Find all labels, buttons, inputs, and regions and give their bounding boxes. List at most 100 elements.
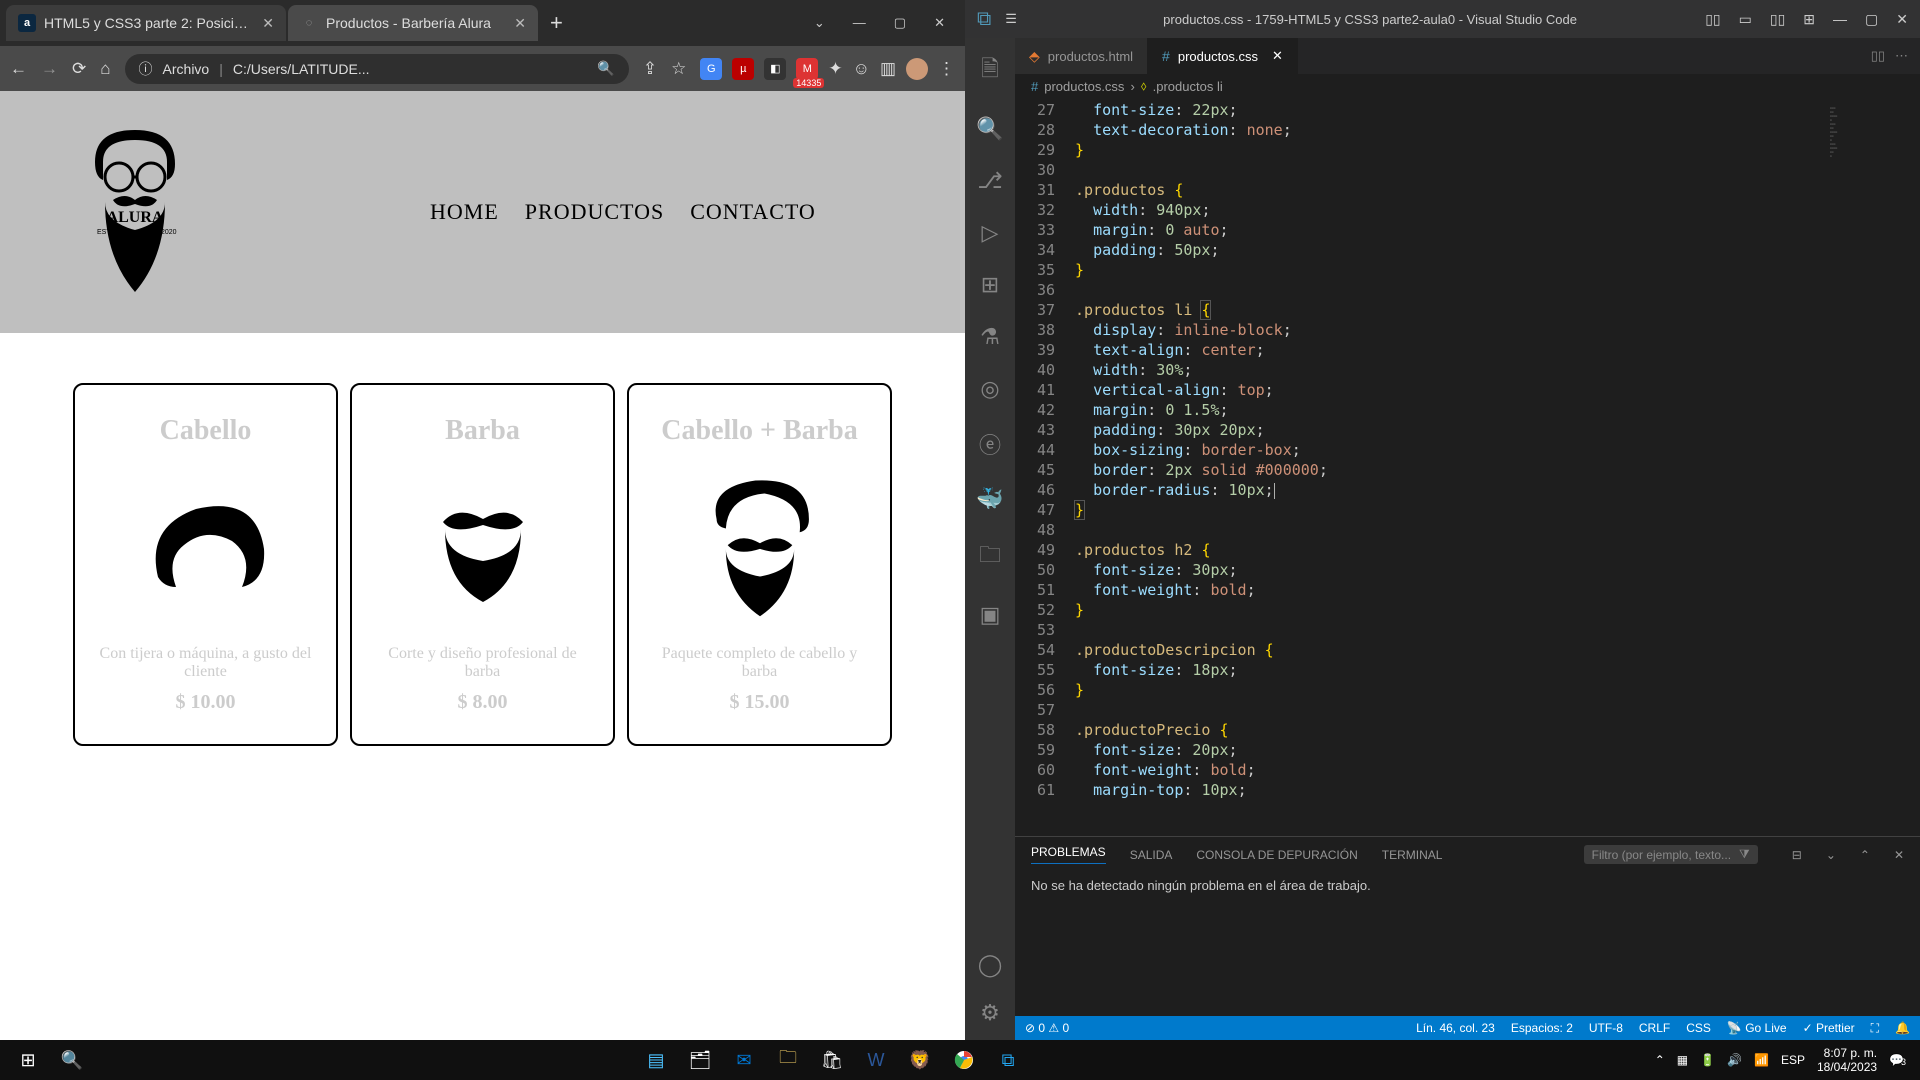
layout-icon[interactable]: ▯▯ — [1770, 11, 1785, 28]
status-errors[interactable]: ⊘ 0 ⚠ 0 — [1025, 1021, 1069, 1035]
live-icon[interactable]: ◎ — [980, 376, 999, 402]
back-icon[interactable]: ← — [10, 59, 27, 79]
layout-icon[interactable]: ⊞ — [1803, 11, 1815, 28]
taskbar-brave[interactable]: 🦁 — [898, 1040, 942, 1080]
taskbar-app[interactable]: 🗂 — [678, 1040, 722, 1080]
funnel-icon[interactable]: ⧩ — [1739, 847, 1750, 862]
breadcrumb[interactable]: # productos.css › ⬨ .productos li — [1015, 74, 1920, 98]
source-control-icon[interactable]: ⎇ — [977, 168, 1002, 194]
explorer-icon[interactable]: 🗎 — [981, 52, 999, 90]
editor-tab-css[interactable]: # productos.css ✕ — [1148, 38, 1298, 74]
close-icon[interactable]: ✕ — [1896, 11, 1908, 28]
code-editor[interactable]: 27 28 29 30 31 32 33 34 35 36 37 38 39 4… — [1015, 98, 1920, 836]
browser-tab-1[interactable]: a HTML5 y CSS3 parte 2: Posiciona ✕ — [6, 5, 286, 41]
wifi-icon[interactable]: 📶 — [1754, 1053, 1769, 1067]
panel-tab-terminal[interactable]: TERMINAL — [1382, 848, 1443, 862]
more-icon[interactable]: ⋯ — [1895, 48, 1908, 64]
taskbar-outlook[interactable]: ✉ — [722, 1040, 766, 1080]
taskbar-app[interactable]: ▤ — [634, 1040, 678, 1080]
status-eol[interactable]: CRLF — [1639, 1021, 1670, 1035]
hamburger-icon[interactable]: ☰ — [1005, 11, 1017, 27]
status-prettier[interactable]: ✓ Prettier — [1803, 1021, 1855, 1035]
battery-icon[interactable]: 🔋 — [1700, 1053, 1715, 1067]
taskbar-store[interactable]: 🛍 — [810, 1040, 854, 1080]
home-icon[interactable]: ⌂ — [100, 59, 110, 79]
search-icon[interactable]: 🔍 — [976, 116, 1003, 142]
folder-icon[interactable]: 🗀 — [979, 538, 1001, 576]
url-input[interactable]: ⓘ Archivo | C:/Users/LATITUDE... 🔍 — [125, 54, 629, 84]
extensions-icon[interactable]: ⊞ — [981, 272, 999, 298]
nav-contacto[interactable]: CONTACTO — [690, 199, 816, 225]
taskbar-clock[interactable]: 8:07 p. m. 18/04/2023 — [1817, 1046, 1877, 1074]
search-in-page-icon[interactable]: 🔍 — [597, 60, 614, 77]
close-window-icon[interactable]: ✕ — [934, 15, 945, 31]
share-icon[interactable]: ⇪ — [643, 59, 657, 79]
notifications-icon[interactable]: 💬3 — [1889, 1053, 1904, 1067]
new-tab-button[interactable]: + — [550, 10, 563, 36]
gear-icon[interactable]: ⚙ — [980, 1000, 1000, 1026]
reload-icon[interactable]: ⟳ — [72, 59, 86, 79]
start-button[interactable]: ⊞ — [6, 1040, 50, 1080]
taskbar-word[interactable]: W — [854, 1040, 898, 1080]
close-panel-icon[interactable]: ✕ — [1894, 848, 1904, 862]
status-golive[interactable]: 📡 Go Live — [1727, 1021, 1787, 1035]
panel-tab-consola[interactable]: CONSOLA DE DEPURACIÓN — [1196, 848, 1357, 862]
language-indicator[interactable]: ESP — [1781, 1053, 1805, 1067]
status-encoding[interactable]: UTF-8 — [1589, 1021, 1623, 1035]
nav-productos[interactable]: PRODUCTOS — [525, 199, 664, 225]
browser-tab-2[interactable]: ◌ Productos - Barbería Alura ✕ — [288, 5, 538, 41]
panel-tab-problemas[interactable]: PROBLEMAS — [1031, 845, 1106, 864]
tray-icon[interactable]: ▦ — [1677, 1053, 1688, 1067]
minimize-icon[interactable]: — — [1833, 11, 1847, 27]
minimap[interactable]: ▬▬▬▬▬▬▬▬▬▬▬▬▬▬▬▬▬▬▬▬▬▬▬▬▬▬▬▬▬▬▬▬ — [1824, 98, 1920, 836]
chevron-up-icon[interactable]: ⌃ — [1655, 1053, 1665, 1067]
menu-icon[interactable]: ⋮ — [938, 59, 955, 79]
ext-google-icon[interactable]: G — [700, 58, 722, 80]
bell-icon[interactable]: 🔔 — [1895, 1021, 1910, 1035]
run-debug-icon[interactable]: ▷ — [982, 220, 999, 246]
forward-icon[interactable]: → — [41, 59, 58, 79]
chevron-up-icon[interactable]: ⌃ — [1860, 848, 1870, 862]
layout-icon[interactable]: ▯▯ — [1705, 11, 1720, 28]
status-position[interactable]: Lín. 46, col. 23 — [1416, 1021, 1495, 1035]
status-spaces[interactable]: Espacios: 2 — [1511, 1021, 1573, 1035]
volume-icon[interactable]: 🔊 — [1727, 1053, 1742, 1067]
tab-label: productos.html — [1048, 49, 1133, 64]
close-icon[interactable]: ✕ — [514, 15, 526, 32]
chevron-down-icon[interactable]: ⌄ — [1826, 848, 1836, 862]
layout-icon[interactable]: ▭ — [1739, 11, 1752, 28]
avatar[interactable] — [906, 58, 928, 80]
extensions-icon[interactable]: ✦ — [828, 59, 842, 79]
taskbar-chrome[interactable] — [942, 1040, 986, 1080]
ext-icon[interactable]: ◧ — [764, 58, 786, 80]
maximize-icon[interactable]: ▢ — [1865, 11, 1878, 28]
maximize-icon[interactable]: ▢ — [894, 15, 906, 31]
feedback-icon[interactable]: ⛶ — [1871, 1021, 1879, 1036]
taskbar-explorer[interactable]: 🗀 — [766, 1040, 810, 1080]
terminal-icon[interactable]: ▣ — [980, 602, 1001, 628]
docker-icon[interactable]: 🐳 — [976, 486, 1003, 512]
account-icon[interactable]: ◯ — [978, 952, 1003, 978]
close-icon[interactable]: ✕ — [1272, 48, 1283, 64]
reading-list-icon[interactable]: ▥ — [880, 59, 896, 79]
smile-icon[interactable]: ☺ — [853, 59, 870, 79]
taskbar-vscode[interactable]: ⧉ — [986, 1040, 1030, 1080]
ext-ublock-icon[interactable]: µ — [732, 58, 754, 80]
search-icon[interactable]: 🔍 — [50, 1040, 94, 1080]
ext-badge-icon[interactable]: M14335 — [796, 58, 818, 80]
panel-tab-salida[interactable]: SALIDA — [1130, 848, 1173, 862]
nav-home[interactable]: HOME — [430, 199, 499, 225]
edge-icon[interactable]: ⓔ — [979, 428, 1001, 460]
star-icon[interactable]: ☆ — [671, 59, 686, 79]
collapse-icon[interactable]: ⊟ — [1792, 848, 1802, 862]
status-lang[interactable]: CSS — [1686, 1021, 1711, 1035]
code-content[interactable]: font-size: 22px; text-decoration: none; … — [1069, 98, 1824, 836]
split-icon[interactable]: ▯▯ — [1871, 48, 1885, 64]
editor-tab-html[interactable]: ⬘ productos.html — [1015, 38, 1148, 74]
close-icon[interactable]: ✕ — [262, 15, 274, 32]
panel-filter-input[interactable]: Filtro (por ejemplo, texto... ⧩ — [1584, 845, 1758, 864]
chevron-down-icon[interactable]: ⌄ — [814, 15, 825, 31]
testing-icon[interactable]: ⚗ — [980, 324, 1000, 350]
minimize-icon[interactable]: — — [853, 15, 866, 31]
vscode-titlebar: ⧉ ☰ productos.css - 1759-HTML5 y CSS3 pa… — [965, 0, 1920, 38]
